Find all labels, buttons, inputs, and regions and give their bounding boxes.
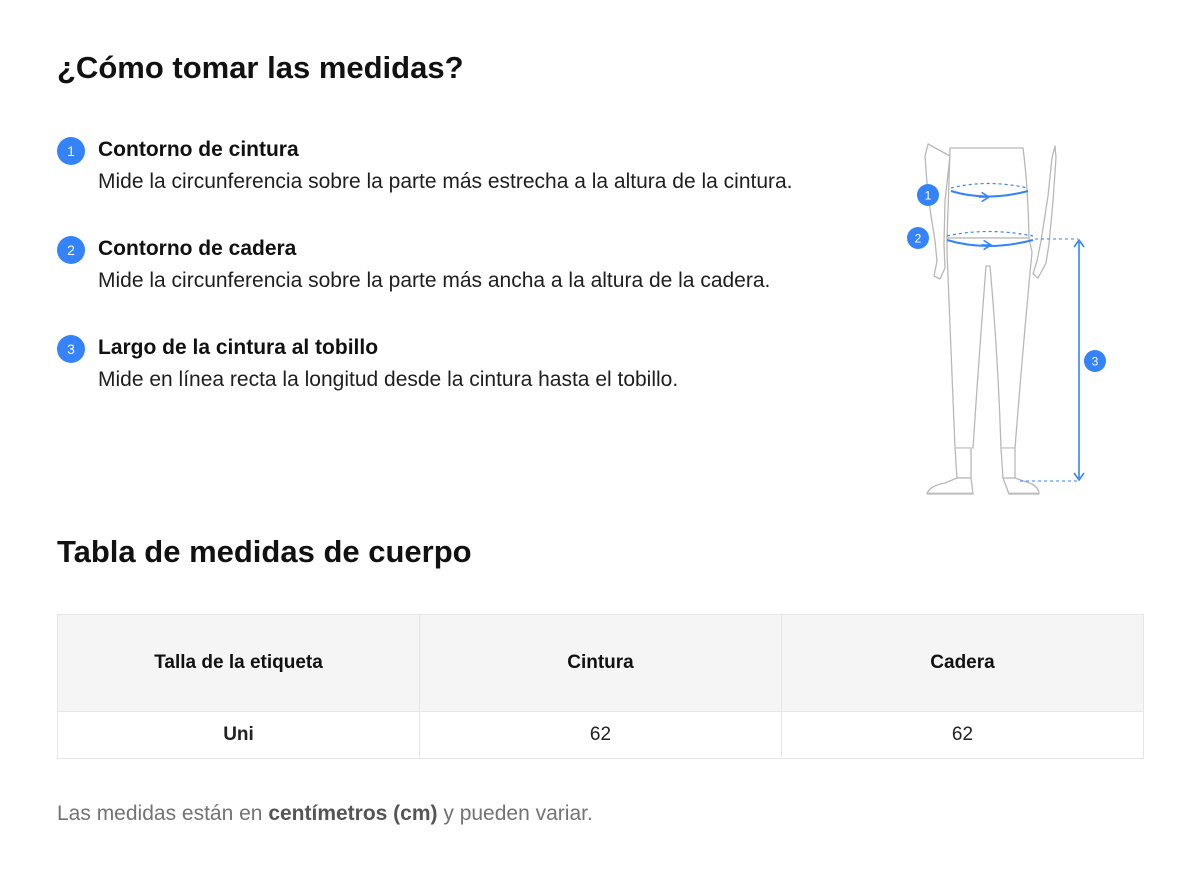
svg-text:1: 1 — [925, 189, 932, 203]
step-title: Contorno de cadera — [98, 237, 297, 260]
size-label-cell: Uni — [57, 711, 420, 759]
footnote-unit: centímetros (cm) — [268, 802, 438, 825]
step-description: Mide la circunferencia sobre la parte má… — [98, 269, 771, 292]
hip-cell: 62 — [781, 711, 1144, 759]
step-hip: 2 Contorno de cadera Mide la circunferen… — [57, 235, 817, 294]
step-description: Mide la circunferencia sobre la parte má… — [98, 170, 793, 193]
marker-1: 1 — [917, 184, 939, 206]
step-number-badge: 3 — [57, 335, 85, 363]
table-header-row: Talla de la etiqueta Cintura Cadera — [57, 614, 1144, 712]
svg-text:2: 2 — [915, 232, 922, 246]
column-header-waist: Cintura — [419, 614, 782, 712]
page-title: ¿Cómo tomar las medidas? — [57, 50, 464, 85]
step-length: 3 Largo de la cintura al tobillo Mide en… — [57, 334, 817, 393]
step-title: Largo de la cintura al tobillo — [98, 336, 379, 359]
table-title: Tabla de medidas de cuerpo — [57, 534, 472, 569]
marker-2: 2 — [907, 227, 929, 249]
step-title: Contorno de cintura — [98, 138, 299, 161]
svg-text:3: 3 — [1092, 355, 1099, 369]
footnote-suffix: y pueden variar. — [437, 802, 593, 825]
waist-cell: 62 — [419, 711, 782, 759]
size-table: Talla de la etiqueta Cintura Cadera Uni … — [57, 614, 1144, 759]
table-row: Uni 62 62 — [57, 711, 1144, 759]
footnote-prefix: Las medidas están en — [57, 802, 269, 825]
column-header-size-label: Talla de la etiqueta — [57, 614, 420, 712]
marker-3: 3 — [1084, 350, 1106, 372]
body-measurement-illustration: 1 2 3 — [907, 143, 1106, 495]
step-description: Mide en línea recta la longitud desde la… — [98, 368, 679, 391]
step-number-badge: 2 — [57, 236, 85, 264]
step-number-badge: 1 — [57, 137, 85, 165]
units-footnote: Las medidas están en centímetros (cm) y … — [57, 802, 593, 826]
step-waist: 1 Contorno de cintura Mide la circunfere… — [57, 136, 817, 195]
measurement-steps: 1 Contorno de cintura Mide la circunfere… — [57, 136, 817, 433]
column-header-hip: Cadera — [781, 614, 1144, 712]
